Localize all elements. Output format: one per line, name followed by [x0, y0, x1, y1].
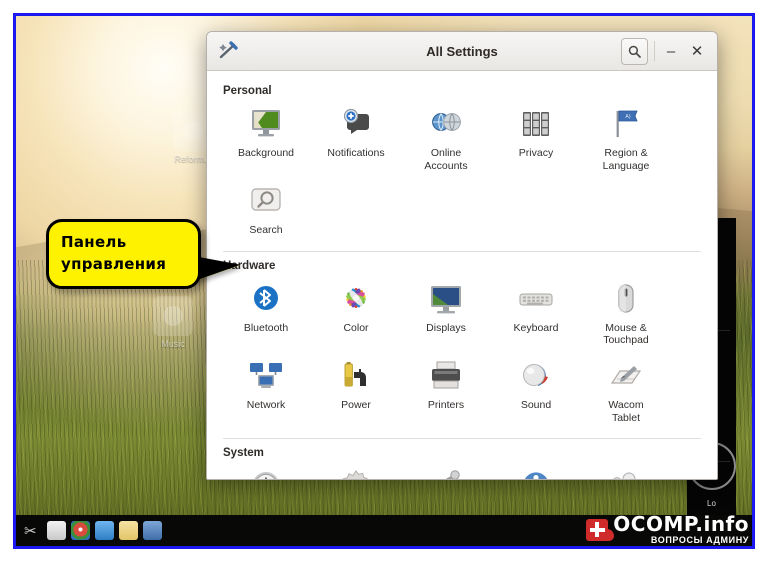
group-title-hardware: Hardware	[223, 259, 276, 272]
settings-item-label: Notifications	[327, 147, 385, 159]
settings-item-search[interactable]: Search	[221, 180, 311, 245]
browser-icon[interactable]	[94, 521, 114, 540]
settings-item-label: Mouse & Touchpad	[603, 321, 649, 347]
printer-icon	[428, 359, 464, 393]
settings-item-label: Wacom Tablet	[608, 398, 644, 424]
group-divider	[223, 438, 701, 440]
settings-item-details[interactable]: Details	[311, 465, 401, 479]
panel-grid-personal: Background Notifications Online Accounts…	[221, 103, 703, 245]
settings-item-users[interactable]: Users	[581, 465, 671, 479]
settings-item-sound[interactable]: Sound	[491, 355, 581, 432]
settings-item-label: Privacy	[518, 147, 554, 159]
mouse-icon	[600, 528, 615, 541]
close-button[interactable]: ✕	[687, 41, 707, 61]
taskbar: ✂ OCOMP.info ВОПРОСЫ АДМИНУ	[16, 514, 752, 546]
settings-item-label: Online Accounts	[424, 147, 468, 172]
settings-item-date-time[interactable]: Date & Time	[221, 465, 311, 479]
right-panel-label: Lo	[707, 499, 716, 508]
accessibility-icon	[518, 469, 554, 479]
combination-lock-icon	[518, 107, 554, 141]
settings-item-universal-access[interactable]: UniversalAccess	[491, 465, 581, 479]
callout-bubble: Панель управления	[46, 219, 201, 289]
group-title-system: System	[223, 447, 264, 460]
watermark: OCOMP.info ВОПРОСЫ АДМИНУ	[586, 514, 749, 545]
monitor-wallpaper-icon	[248, 107, 284, 141]
globe-link-icon	[428, 107, 464, 141]
settings-item-label: Network	[246, 398, 286, 411]
settings-item-background[interactable]: Background	[221, 103, 311, 180]
users-icon	[608, 469, 644, 479]
settings-item-wacom-tablet[interactable]: Wacom Tablet	[581, 355, 671, 432]
titlebar-divider	[654, 41, 655, 61]
settings-item-power[interactable]: Power	[311, 355, 401, 432]
settings-item-label: Displays	[426, 321, 466, 334]
magic-wand-icon	[217, 40, 239, 62]
screenshot-frame: Reform... Music ⚙ ? Lo	[13, 13, 755, 549]
apps-icon[interactable]	[70, 521, 90, 540]
mouse-icon	[608, 282, 644, 316]
svg-text:A): A)	[625, 114, 630, 120]
bluetooth-icon	[248, 282, 284, 316]
flag-icon: A)	[608, 107, 644, 141]
callout-line-2: управления	[61, 255, 167, 273]
music-disc-icon	[153, 296, 193, 336]
settings-item-label: Region & Language	[602, 147, 650, 172]
settings-item-region-language[interactable]: A) Region & Language	[581, 103, 671, 180]
settings-item-label: Color	[343, 321, 369, 334]
settings-item-printers[interactable]: Printers	[401, 355, 491, 432]
watermark-subtitle: ВОПРОСЫ АДМИНУ	[650, 535, 749, 545]
settings-item-color[interactable]: Color	[311, 278, 401, 355]
search-button[interactable]	[621, 37, 648, 65]
stylus-tablet-icon	[608, 359, 644, 393]
settings-item-privacy[interactable]: Privacy	[491, 103, 581, 180]
settings-item-notifications[interactable]: Notifications	[311, 103, 401, 180]
settings-item-sharing[interactable]: Sharing	[401, 465, 491, 479]
settings-item-label: Search	[249, 224, 283, 237]
network-computers-icon	[248, 359, 284, 393]
desktop-icon-label: Music	[161, 339, 185, 349]
settings-item-network[interactable]: Network	[221, 355, 311, 432]
folder-icon[interactable]	[118, 521, 138, 540]
settings-item-mouse-touchpad[interactable]: Mouse & Touchpad	[581, 278, 671, 355]
clock-icon	[248, 469, 284, 479]
settings-item-label: Printers	[427, 398, 465, 411]
share-nodes-icon	[428, 469, 464, 479]
speech-bubble-plus-icon	[338, 107, 374, 141]
settings-item-online-accounts[interactable]: Online Accounts	[401, 103, 491, 180]
medical-cross-icon	[586, 518, 615, 541]
settings-icon[interactable]	[142, 521, 162, 540]
keyboard-icon	[518, 282, 554, 316]
settings-item-label: Background	[237, 147, 295, 159]
desktop-icon-music[interactable]: Music	[136, 296, 210, 349]
speaker-sphere-icon	[518, 359, 554, 393]
gear-icon	[338, 469, 374, 479]
settings-item-displays[interactable]: Displays	[401, 278, 491, 355]
panel-grid-system: Date & Time Details	[221, 465, 703, 479]
scissors-icon: ✂	[24, 522, 37, 540]
minimize-button[interactable]: –	[661, 41, 681, 61]
magnifier-box-icon	[248, 184, 284, 218]
group-divider	[223, 250, 701, 252]
settings-item-label: Keyboard	[513, 321, 559, 334]
panel-grid-hardware: Bluetooth Color Displays Keyboard Mouse …	[221, 278, 703, 432]
settings-item-label: Bluetooth	[243, 321, 289, 334]
display-monitor-icon	[428, 282, 464, 316]
settings-content: Personal Background Notifications Online…	[207, 71, 717, 479]
settings-item-label: Power	[341, 398, 371, 411]
settings-item-bluetooth[interactable]: Bluetooth	[221, 278, 311, 355]
callout-line-1: Панель	[61, 233, 127, 252]
group-title-personal: Personal	[223, 85, 272, 97]
settings-item-label: Sound	[520, 398, 552, 411]
all-settings-window: All Settings – ✕ Personal Background Not…	[206, 31, 718, 480]
color-wheel-icon	[338, 282, 374, 316]
battery-plug-icon	[338, 359, 374, 393]
window-titlebar[interactable]: All Settings – ✕	[207, 32, 717, 71]
watermark-title: OCOMP.info	[613, 512, 749, 536]
settings-item-keyboard[interactable]: Keyboard	[491, 278, 581, 355]
files-icon[interactable]	[46, 521, 66, 540]
